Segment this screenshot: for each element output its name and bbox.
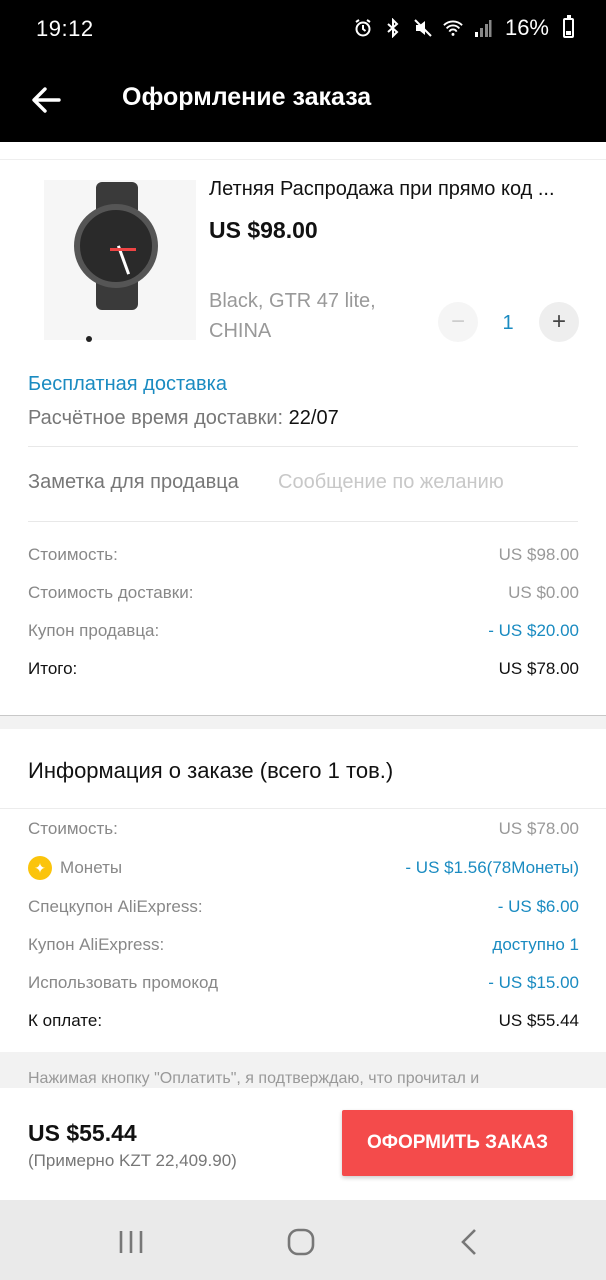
order-label: К оплате: [28, 1011, 103, 1030]
mute-icon [413, 18, 433, 38]
summary-row-shipping: Стоимость доставки: US $0.00 [28, 583, 579, 603]
summary-value: US $0.00 [508, 583, 579, 602]
order-label: Монеты [60, 858, 123, 877]
quantity-decrease-button[interactable]: − [438, 302, 478, 342]
back-button[interactable] [20, 74, 72, 126]
order-label: Спецкупон AliExpress: [28, 897, 203, 916]
order-value: - US $6.00 [497, 897, 579, 916]
order-value: - US $1.56(78Монеты) [405, 858, 579, 877]
order-label: Использовать промокод [28, 973, 219, 992]
product-image[interactable] [44, 180, 196, 342]
summary-label: Стоимость доставки: [28, 583, 194, 602]
order-label: Купон AliExpress: [28, 935, 165, 954]
status-time: 19:12 [36, 16, 94, 41]
wifi-icon [443, 18, 463, 38]
order-value: доступно 1 [492, 935, 579, 954]
place-order-button[interactable]: ОФОРМИТЬ ЗАКАЗ [342, 1110, 573, 1176]
summary-value: US $78.00 [498, 659, 579, 678]
signal-icon [473, 18, 493, 38]
total-approx: (Примерно KZT 22,409.90) [28, 1151, 237, 1170]
chevron-left-icon [461, 1229, 476, 1255]
order-value: US $55.44 [498, 1011, 579, 1030]
watch-face [74, 204, 158, 288]
order-row-aliexpress-coupon[interactable]: Купон AliExpress: доступно 1 [28, 935, 579, 955]
summary-row-seller-coupon[interactable]: Купон продавца: - US $20.00 [28, 621, 579, 641]
recent-apps-button[interactable] [109, 1220, 153, 1264]
alarm-icon [353, 18, 373, 38]
free-shipping-label[interactable]: Бесплатная доставка [28, 373, 227, 396]
order-row-cost: Стоимость: US $78.00 [28, 819, 579, 839]
order-value: US $78.00 [498, 819, 579, 838]
section-separator [0, 715, 606, 729]
product-title[interactable]: Летняя Распродажа при прямо код ... [209, 178, 583, 201]
product-price: US $98.00 [209, 217, 318, 243]
status-icons: 16% [353, 15, 574, 41]
order-row-coins[interactable]: ✦ Монеты - US $1.56(78Монеты) [28, 856, 579, 880]
coins-label-group: ✦ Монеты [28, 856, 122, 880]
battery-icon [563, 15, 574, 38]
status-bar: 19:12 16% [0, 0, 606, 58]
color-dot [86, 336, 92, 342]
divider [28, 521, 578, 522]
recent-apps-icon [119, 1231, 143, 1253]
quantity-value: 1 [502, 312, 514, 334]
top-spacer [0, 142, 606, 160]
page-title: Оформление заказа [122, 83, 372, 111]
order-row-promo-code[interactable]: Использовать промокод - US $15.00 [28, 973, 579, 993]
order-row-special-coupon[interactable]: Спецкупон AliExpress: - US $6.00 [28, 897, 579, 917]
seller-note-input[interactable] [278, 466, 578, 498]
summary-row-cost: Стоимость: US $98.00 [28, 545, 579, 565]
quantity-increase-button[interactable]: + [539, 302, 579, 342]
arrow-left-icon [32, 87, 61, 113]
summary-row-subtotal: Итого: US $78.00 [28, 659, 579, 679]
summary-value: US $98.00 [498, 545, 579, 564]
divider [28, 446, 578, 447]
order-value: - US $15.00 [488, 973, 579, 992]
home-icon [287, 1228, 315, 1256]
disclaimer-text: Нажимая кнопку "Оплатить", я подтверждаю… [28, 1070, 480, 1087]
coin-icon: ✦ [28, 856, 52, 880]
battery-percent: 16% [504, 15, 549, 40]
delivery-time: Расчётное время доставки: 22/07 [28, 407, 339, 430]
home-button[interactable] [279, 1220, 323, 1264]
order-info-title: Информация о заказе (всего 1 тов.) [28, 758, 394, 783]
order-label: Стоимость: [28, 819, 118, 838]
order-row-to-pay: К оплате: US $55.44 [28, 1011, 579, 1031]
delivery-date: 22/07 [288, 407, 339, 429]
seller-note-label: Заметка для продавца [28, 471, 239, 493]
product-variant: Black, GTR 47 lite, CHINA [209, 290, 376, 342]
back-nav-button[interactable] [447, 1220, 491, 1264]
watch-hand-minute [110, 248, 136, 251]
summary-value: - US $20.00 [488, 621, 579, 640]
total-price: US $55.44 [28, 1120, 137, 1146]
summary-label: Стоимость: [28, 545, 118, 564]
summary-label: Итого: [28, 659, 78, 678]
system-nav-bar [0, 1200, 606, 1280]
bluetooth-icon [383, 18, 403, 38]
app-bar: Оформление заказа [0, 58, 606, 142]
summary-label: Купон продавца: [28, 621, 160, 640]
disclaimer: Нажимая кнопку "Оплатить", я подтверждаю… [0, 1052, 606, 1088]
divider [0, 808, 606, 809]
checkout-bar: US $55.44 (Примерно KZT 22,409.90) ОФОРМ… [0, 1088, 606, 1200]
delivery-time-label: Расчётное время доставки: [28, 407, 289, 429]
